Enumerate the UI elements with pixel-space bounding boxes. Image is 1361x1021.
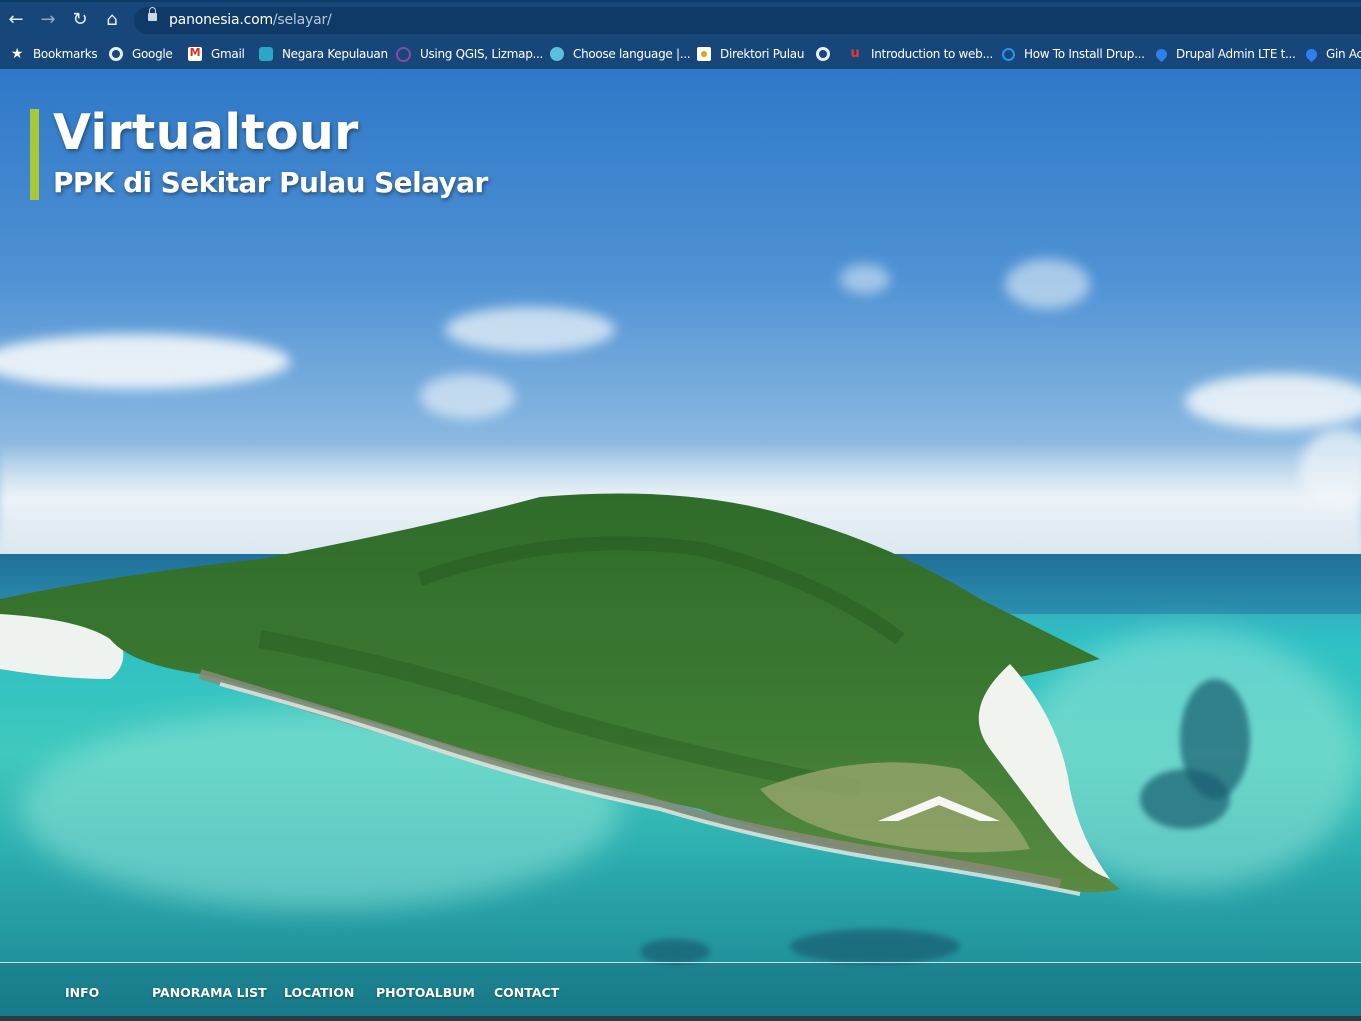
hotspot-arrow-icon[interactable]: [876, 793, 1002, 825]
reef: [640, 939, 710, 964]
nav-contact[interactable]: CONTACT: [494, 985, 559, 1000]
site-icon: [550, 47, 564, 61]
star-icon: ★: [10, 46, 24, 62]
nav-photoalbum[interactable]: PHOTOALBUM: [376, 985, 475, 1000]
bookmark-item[interactable]: Gmail: [188, 44, 245, 64]
bookmark-item[interactable]: Direktori Pulau: [697, 44, 804, 64]
reef: [1140, 769, 1230, 829]
cloud: [840, 264, 890, 294]
cloud: [445, 307, 615, 352]
site-icon: [697, 47, 711, 61]
bookmark-item[interactable]: Using QGIS, Lizmap...: [396, 44, 543, 64]
site-icon: [396, 46, 411, 62]
title-accent-bar: [30, 109, 39, 200]
site-icon: [259, 47, 273, 61]
lock-icon: [148, 7, 157, 21]
nav-panorama-list[interactable]: PANORAMA LIST: [152, 985, 267, 1000]
bookmark-item[interactable]: Drupal Admin LTE t...: [1153, 44, 1296, 64]
forward-arrow-icon[interactable]: →: [36, 8, 60, 32]
bookmark-item[interactable]: Negara Kepulauan: [259, 44, 388, 64]
home-icon[interactable]: ⌂: [100, 8, 124, 32]
cloud: [420, 374, 515, 419]
cloud: [1005, 259, 1090, 309]
bookmark-item[interactable]: [816, 44, 839, 64]
reef: [790, 929, 960, 964]
bottom-strip: [0, 1016, 1361, 1021]
nav-location[interactable]: LOCATION: [284, 985, 354, 1000]
globe-icon: [109, 47, 123, 61]
page-title: Virtualtour: [53, 104, 359, 161]
site-icon: [1002, 47, 1015, 61]
address-bar[interactable]: panonesia.com/selayar/: [134, 7, 1361, 34]
gmail-icon: [188, 46, 202, 61]
island-illustration: [0, 493, 1120, 896]
reload-icon[interactable]: ↻: [68, 8, 92, 32]
url-text: panonesia.com/selayar/: [169, 12, 332, 28]
site-icon: u: [850, 46, 860, 61]
bookmark-item[interactable]: Choose language |...: [550, 44, 691, 64]
globe-icon: [816, 47, 830, 61]
footer-nav: INFO PANORAMA LIST LOCATION PHOTOALBUM C…: [0, 963, 1361, 1021]
browser-chrome: ← → ↻ ⌂ panonesia.com/selayar/ ★ Bookmark…: [0, 0, 1361, 69]
bookmark-item[interactable]: Google: [109, 44, 173, 64]
cloud: [1185, 374, 1361, 429]
bookmark-item[interactable]: Gin Ac: [1303, 44, 1361, 64]
bookmark-item[interactable]: u Introduction to web...: [848, 44, 994, 64]
browser-toolbar: ← → ↻ ⌂ panonesia.com/selayar/: [0, 2, 1361, 38]
bookmark-item[interactable]: How To Install Drup...: [1002, 44, 1145, 64]
cloud: [0, 334, 290, 389]
bookmarks-bar: ★Bookmarks Google Gmail Negara Kepulauan…: [0, 39, 1361, 69]
panorama-viewer[interactable]: Virtualtour PPK di Sekitar Pulau Selayar…: [0, 69, 1361, 1021]
drupal-icon: [1303, 46, 1320, 62]
bookmark-item[interactable]: ★ Bookmarks: [10, 44, 98, 64]
nav-info[interactable]: INFO: [65, 985, 99, 1000]
drupal-icon: [1153, 46, 1170, 62]
page-subtitle: PPK di Sekitar Pulau Selayar: [53, 166, 488, 199]
back-arrow-icon[interactable]: ←: [4, 8, 28, 32]
